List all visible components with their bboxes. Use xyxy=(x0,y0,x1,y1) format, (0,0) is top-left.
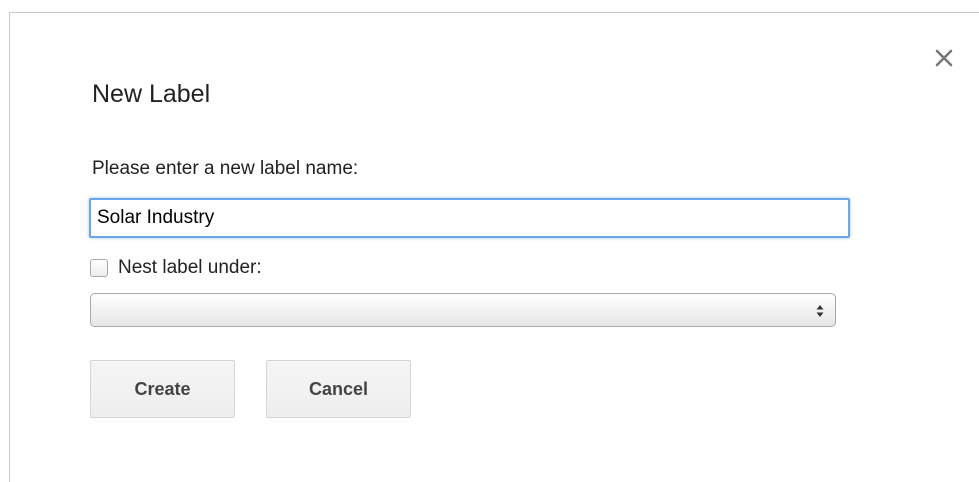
nest-label-row: Nest label under: xyxy=(90,255,262,281)
nest-label-checkbox[interactable] xyxy=(90,259,108,277)
nest-label-text: Nest label under: xyxy=(118,257,262,278)
cancel-button[interactable]: Cancel xyxy=(266,360,411,418)
create-button[interactable]: Create xyxy=(90,360,235,418)
dialog-title: New Label xyxy=(92,80,211,108)
parent-label-select[interactable] xyxy=(90,293,836,327)
label-name-prompt: Please enter a new label name: xyxy=(92,158,359,179)
select-arrows-icon xyxy=(816,305,824,317)
close-icon[interactable] xyxy=(932,46,956,70)
label-name-input[interactable] xyxy=(89,198,850,238)
